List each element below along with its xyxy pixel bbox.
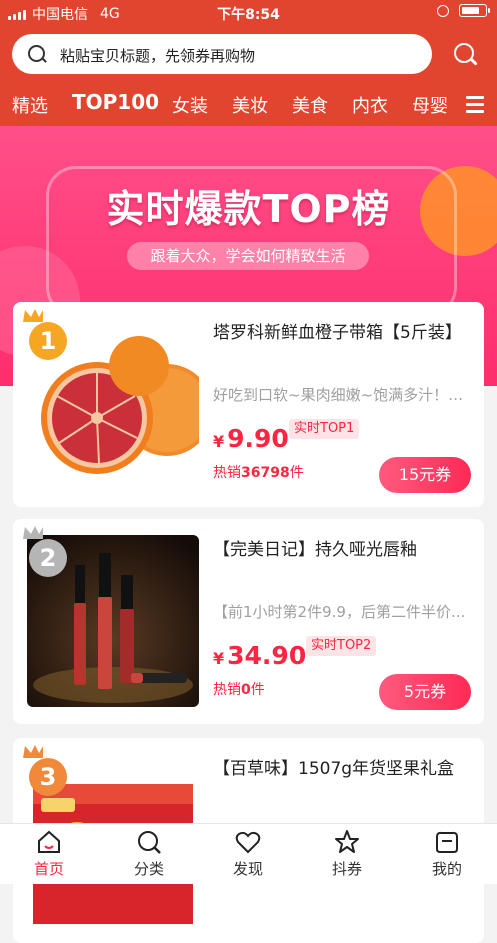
realtime-top-badge: 实时TOP1 <box>289 419 360 439</box>
crown-icon <box>23 526 43 539</box>
crown-icon <box>23 309 43 322</box>
search-bar[interactable]: 粘贴宝贝标题，先领券再购物 <box>12 34 432 74</box>
product-card[interactable]: 2 【完美日记】持久哑光唇釉 【前1小时第2件9.9，后第二件半价... ¥34… <box>13 519 484 724</box>
profile-icon <box>436 831 458 853</box>
tab-discover[interactable]: 发现 <box>208 824 288 884</box>
price-value: 9.90 <box>227 424 289 453</box>
price-value: 34.90 <box>227 641 307 670</box>
sold-prefix: 热销 <box>213 682 241 698</box>
product-desc: 【前1小时第2件9.9，后第二件半价... <box>213 603 466 621</box>
sold-suffix: 件 <box>250 682 265 698</box>
sold-count: 热销36798件 <box>213 462 304 482</box>
status-time: 下午8:54 <box>217 7 280 23</box>
nav-tab-top100[interactable]: TOP100 <box>72 90 159 114</box>
tab-home[interactable]: 首页 <box>9 824 89 884</box>
battery-icon <box>459 4 490 17</box>
menu-icon[interactable] <box>466 96 484 113</box>
product-price: ¥9.90 <box>213 424 289 453</box>
rank-badge: 1 <box>23 309 69 366</box>
product-title: 塔罗科新鲜血橙子带箱【5斤装】 <box>213 323 462 343</box>
rotation-lock-icon <box>437 4 449 17</box>
rank-number: 1 <box>29 322 67 360</box>
rank-badge: 2 <box>23 526 69 583</box>
bottom-tab-bar: 首页 分类 发现 抖券 我的 <box>0 823 497 884</box>
search-placeholder: 粘贴宝贝标题，先领券再购物 <box>60 47 256 65</box>
sold-prefix: 热销 <box>213 465 241 481</box>
product-card[interactable]: 1 塔罗科新鲜血橙子带箱【5斤装】 好吃到口软~果肉细嫩~饱满多汁！被... ¥… <box>13 302 484 507</box>
home-icon <box>38 830 60 853</box>
tab-category[interactable]: 分类 <box>109 824 189 884</box>
tab-label: 分类 <box>133 860 164 878</box>
tab-mine[interactable]: 我的 <box>407 824 487 884</box>
rank-badge: 3 <box>23 745 69 802</box>
crown-icon <box>23 745 43 758</box>
search-icon <box>28 45 45 62</box>
nav-tab-muying[interactable]: 母婴 <box>412 92 448 118</box>
tab-label: 我的 <box>431 860 462 878</box>
rank-number: 3 <box>29 758 67 796</box>
app-header: 粘贴宝贝标题，先领券再购物 精选 TOP100 女装 美妆 美食 内衣 母婴 <box>0 26 497 126</box>
currency-symbol: ¥ <box>213 432 225 451</box>
product-title: 【百草味】1507g年货坚果礼盒 <box>213 759 455 779</box>
banner-subtitle: 跟着大众，学会如何精致生活 <box>127 242 369 270</box>
nav-tab-meizhuang[interactable]: 美妆 <box>232 92 268 118</box>
sold-number: 0 <box>241 682 251 698</box>
sold-count: 热销0件 <box>213 679 265 699</box>
nav-tab-meishi[interactable]: 美食 <box>292 92 328 118</box>
currency-symbol: ¥ <box>213 649 225 668</box>
tab-label: 发现 <box>232 860 263 878</box>
sold-suffix: 件 <box>289 465 304 481</box>
coupon-button[interactable]: 5元券 <box>379 674 471 710</box>
banner-title: 实时爆款TOP榜 <box>106 187 391 231</box>
search-icon <box>138 831 161 854</box>
status-right <box>437 4 490 17</box>
nav-tab-neiyi[interactable]: 内衣 <box>352 92 388 118</box>
product-title: 【完美日记】持久哑光唇釉 <box>213 540 417 560</box>
category-nav: 精选 TOP100 女装 美妆 美食 内衣 母婴 <box>0 90 497 122</box>
search-button-icon[interactable] <box>452 41 478 67</box>
rank-number: 2 <box>29 539 67 577</box>
status-bar: 中国电信 4G 下午8:54 <box>0 0 497 26</box>
tab-coupon[interactable]: 抖券 <box>307 824 387 884</box>
coupon-button[interactable]: 15元券 <box>379 457 471 493</box>
product-desc: 好吃到口软~果肉细嫩~饱满多汁！被... <box>213 386 475 404</box>
realtime-top-badge: 实时TOP2 <box>306 636 377 656</box>
sold-number: 36798 <box>241 465 290 481</box>
product-price: ¥34.90 <box>213 641 306 670</box>
heart-icon <box>235 831 261 854</box>
nav-tab-jingxuan[interactable]: 精选 <box>12 92 48 118</box>
nav-tab-nvzhuang[interactable]: 女装 <box>172 92 208 118</box>
tab-label: 首页 <box>33 860 64 878</box>
star-icon <box>335 830 359 853</box>
tab-label: 抖券 <box>331 860 362 878</box>
